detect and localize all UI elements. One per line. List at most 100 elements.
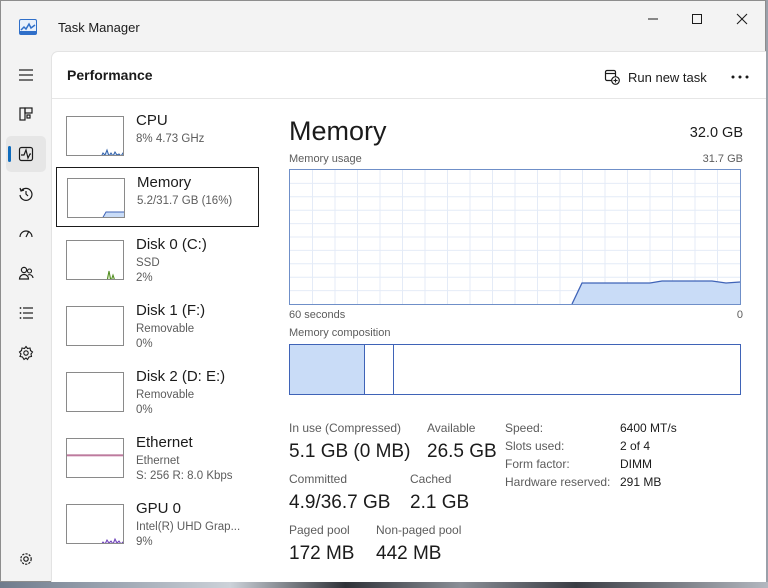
nav-performance[interactable] (6, 136, 46, 172)
title-bar: Task Manager (1, 1, 765, 51)
cached-label: Cached (410, 472, 452, 486)
device-name: Disk 2 (D: E:) (136, 368, 226, 385)
committed-label: Committed (289, 472, 348, 486)
processes-icon (19, 107, 33, 121)
in-use-label: In use (Compressed) (289, 421, 402, 435)
composition-in-use (290, 345, 365, 394)
device-detail: Intel(R) UHD Grap... (136, 521, 241, 533)
device-disk-1[interactable]: Disk 1 (F:) Removable 0% (56, 296, 259, 356)
memory-usage-graph (289, 169, 741, 305)
device-thumbnail-graph (66, 116, 124, 156)
speed-label: Speed: (505, 421, 544, 435)
speed-value: 6400 MT/s (620, 421, 677, 435)
device-thumbnail-graph (66, 372, 124, 412)
settings-icon (20, 553, 32, 565)
device-name: CPU (136, 112, 168, 129)
nav-processes[interactable] (6, 96, 46, 132)
device-detail: SSD (136, 257, 160, 269)
device-detail: 5.2/31.7 GB (16%) (137, 195, 233, 207)
memory-usage-label: Memory usage (289, 153, 362, 165)
close-icon (736, 13, 748, 25)
device-detail: Removable (136, 389, 195, 401)
in-use-value: 5.1 GB (0 MB) (289, 441, 411, 462)
available-label: Available (427, 421, 476, 435)
gpu-mini-graph (101, 537, 123, 543)
memory-mini-graph (102, 211, 124, 217)
desktop-wallpaper-strip (0, 582, 768, 588)
device-ethernet[interactable]: Ethernet Ethernet S: 256 R: 8.0 Kbps (56, 428, 259, 488)
device-name: Disk 1 (F:) (136, 302, 206, 319)
device-thumbnail-graph (66, 240, 124, 280)
cached-value: 2.1 GB (410, 492, 470, 513)
hamburger-icon (19, 69, 33, 81)
device-disk-2[interactable]: Disk 2 (D: E:) Removable 0% (56, 362, 259, 422)
services-icon (18, 345, 34, 361)
memory-usage-max: 31.7 GB (702, 153, 743, 165)
hardware-reserved-value: 291 MB (620, 475, 662, 489)
memory-detail-panel: Memory 32.0 GB Memory usage 31.7 GB 60 s… (289, 52, 743, 582)
graph-time-right: 0 (736, 309, 743, 321)
device-disk-0[interactable]: Disk 0 (C:) SSD 2% (56, 230, 259, 290)
available-value: 26.5 GB (427, 441, 497, 462)
startup-apps-icon (19, 230, 33, 238)
close-button[interactable] (722, 7, 762, 31)
nav-startup-apps[interactable] (6, 216, 46, 252)
paged-pool-value: 172 MB (289, 543, 355, 564)
nav-services[interactable] (6, 335, 46, 371)
task-manager-window: Task Manager Performance Run new task CP… (0, 0, 766, 582)
slots-used-value: 2 of 4 (620, 439, 651, 453)
device-thumbnail-graph (66, 504, 124, 544)
active-indicator (8, 146, 11, 162)
device-detail: Removable (136, 323, 195, 335)
composition-modified (365, 345, 394, 394)
task-manager-app-icon (19, 19, 37, 35)
committed-value: 4.9/36.7 GB (289, 492, 391, 513)
device-throughput: S: 256 R: 8.0 Kbps (136, 470, 233, 482)
memory-usage-chart (290, 170, 741, 305)
device-name: Disk 0 (C:) (136, 236, 207, 253)
device-memory[interactable]: Memory 5.2/31.7 GB (16%) (56, 167, 259, 227)
slots-used-label: Slots used: (505, 439, 565, 453)
device-thumbnail-graph (66, 438, 124, 478)
device-thumbnail-graph (66, 306, 124, 346)
device-utilization: 0% (136, 338, 153, 350)
nav-app-history[interactable] (6, 176, 46, 212)
device-name: Memory (137, 174, 192, 191)
device-detail: Ethernet (136, 455, 180, 467)
total-memory: 32.0 GB (689, 125, 743, 141)
device-gpu-0[interactable]: GPU 0 Intel(R) UHD Grap... 9% (56, 494, 259, 554)
device-thumbnail-graph (67, 178, 125, 218)
detail-title: Memory (289, 116, 387, 146)
device-name: GPU 0 (136, 500, 182, 517)
paged-pool-label: Paged pool (289, 523, 350, 537)
cpu-mini-graph (101, 148, 123, 155)
minimize-button[interactable] (633, 7, 673, 31)
details-icon (19, 307, 33, 319)
non-paged-pool-label: Non-paged pool (376, 523, 462, 537)
device-name: Ethernet (136, 434, 193, 451)
content-pane: Performance Run new task CPU 8% 4.73 GHz… (51, 51, 766, 582)
device-utilization: 0% (136, 404, 153, 416)
form-factor-label: Form factor: (505, 457, 570, 471)
maximize-icon (692, 14, 702, 24)
form-factor-value: DIMM (620, 457, 652, 471)
hardware-reserved-label: Hardware reserved: (505, 475, 611, 489)
non-paged-pool-value: 442 MB (376, 543, 442, 564)
device-utilization: 9% (136, 536, 153, 548)
app-history-icon (19, 187, 33, 201)
memory-composition-bar (289, 344, 741, 395)
device-cpu[interactable]: CPU 8% 4.73 GHz (56, 106, 259, 166)
nav-users[interactable] (6, 255, 46, 291)
nav-details[interactable] (6, 295, 46, 331)
maximize-button[interactable] (677, 7, 717, 31)
disk0-mini-graph (106, 270, 115, 279)
ethernet-mini-graph (67, 454, 123, 457)
memory-composition-label: Memory composition (289, 327, 391, 339)
device-utilization: 2% (136, 272, 153, 284)
minimize-icon (648, 18, 658, 20)
nav-settings[interactable] (6, 541, 46, 577)
navigation-rail (1, 51, 51, 581)
window-title: Task Manager (58, 20, 140, 35)
hamburger-menu-button[interactable] (6, 57, 46, 93)
device-detail: 8% 4.73 GHz (136, 133, 205, 145)
